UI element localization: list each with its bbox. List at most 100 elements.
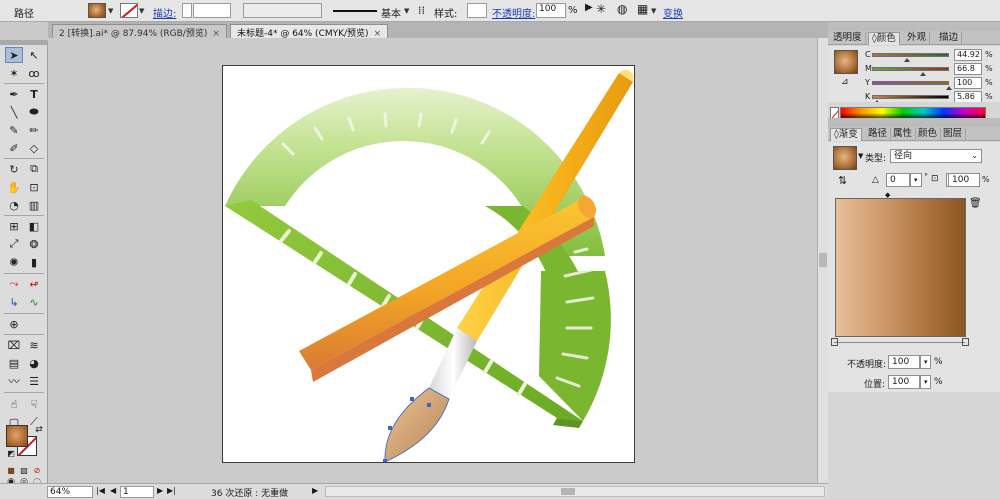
puppet-pin-tool-icon[interactable]: ☟ <box>25 396 43 412</box>
globe-icon[interactable]: ◍ <box>617 2 627 16</box>
envelope-wave-tool-icon[interactable]: ≋ <box>25 337 43 353</box>
align-icon[interactable]: ▦ <box>637 2 648 16</box>
eraser-tool-icon[interactable]: ◇ <box>25 140 43 156</box>
gradient-type-select[interactable]: 径向 ⌄ <box>890 149 982 163</box>
stroke-link[interactable]: 描边: <box>153 5 176 20</box>
recolor-icon[interactable]: ✳ <box>596 2 606 16</box>
popup-arrow-icon[interactable]: ▶ <box>585 2 593 13</box>
delete-stop-icon[interactable]: 🗑 <box>969 198 982 209</box>
column-graph-tool-icon[interactable]: ▮ <box>25 254 43 270</box>
stop-opacity-input[interactable]: 100 <box>888 355 920 369</box>
status-menu-icon[interactable]: ▶ <box>312 486 318 495</box>
tab-attributes[interactable]: 属性 <box>890 128 917 141</box>
channel-slider[interactable] <box>872 81 949 85</box>
tab-gradient[interactable]: ◊渐变 <box>830 128 862 141</box>
blob-brush-tool-icon[interactable]: ✐ <box>5 140 23 156</box>
panel-grip[interactable] <box>828 22 1000 31</box>
stop-position-input[interactable]: 100 <box>888 375 920 389</box>
puppet-tool-icon[interactable]: ☝ <box>5 396 23 412</box>
blend-tool-icon[interactable]: ❂ <box>25 236 43 252</box>
chevron-down-icon[interactable]: ▼ <box>108 7 113 15</box>
previous-page-icon[interactable]: ◀ <box>110 486 116 495</box>
chevron-down-icon[interactable]: ▼ <box>651 7 656 15</box>
chevron-down-icon[interactable]: ▼ <box>404 7 409 15</box>
slider-knob[interactable] <box>920 72 927 76</box>
slider-knob[interactable] <box>903 58 910 62</box>
opacity-link[interactable]: 不透明度: <box>492 5 535 20</box>
pencil-tool-icon[interactable]: ✏ <box>25 122 43 138</box>
chevron-down-icon[interactable]: ▼ <box>858 152 863 160</box>
globe-tool-icon[interactable]: ⊕ <box>5 316 23 332</box>
canvas-area[interactable] <box>49 38 817 483</box>
channel-value[interactable]: 66.8 <box>954 63 982 75</box>
channel-value[interactable]: 100 <box>954 77 982 89</box>
gradient-stop-end[interactable] <box>962 338 969 346</box>
angle-input[interactable]: 0 <box>886 173 910 187</box>
next-page-icon[interactable]: ▶ <box>157 486 163 495</box>
anchor-convert-tool-icon[interactable]: ↳ <box>5 294 23 310</box>
stroke-weight-field[interactable] <box>193 3 231 18</box>
direct-selection-tool-icon[interactable]: ↖ <box>25 47 43 63</box>
variable-width-dropdown[interactable] <box>243 3 322 18</box>
lasso-tool-icon[interactable]: ꝏ <box>25 65 43 81</box>
line-tool-icon[interactable]: ╲ <box>5 104 23 120</box>
page-field[interactable]: 1 <box>120 486 154 498</box>
anchor-add-tool-icon[interactable]: ⤳ <box>5 276 23 292</box>
horizontal-scrollbar[interactable] <box>325 486 825 497</box>
tab-color[interactable]: ◊颜色 <box>868 32 900 45</box>
style-swatch[interactable] <box>467 3 487 18</box>
scroll-thumb[interactable] <box>561 488 575 495</box>
gradient-swatch[interactable] <box>833 146 857 170</box>
opacity-input[interactable]: 100 <box>536 3 566 18</box>
position-dropdown[interactable]: ▾ <box>920 375 931 389</box>
stroke-weight-stepper[interactable] <box>182 3 192 18</box>
type-tool-icon[interactable]: T <box>25 86 43 102</box>
gradient-tool-icon[interactable]: ◧ <box>25 218 43 234</box>
slider-knob[interactable] <box>946 86 952 90</box>
scale-tool-icon[interactable]: ⧉ <box>25 161 43 177</box>
tab-document-2[interactable]: 未标题-4* @ 64% (CMYK/预览) × <box>230 24 389 39</box>
transform-link[interactable]: 变换 <box>663 5 683 20</box>
channel-value[interactable]: 44.92 <box>954 49 982 61</box>
chevron-down-icon[interactable]: ▼ <box>139 7 144 15</box>
perspective-grid-tool-icon[interactable]: ▥ <box>25 197 43 213</box>
tab-stroke[interactable]: 描边 <box>936 32 963 45</box>
reverse-gradient-icon[interactable]: ⇅ <box>838 174 847 187</box>
free-transform-tool-icon[interactable]: ⊡ <box>25 179 43 195</box>
tab-document-1[interactable]: 2 [转换].ai* @ 87.94% (RGB/预览) × <box>52 24 227 39</box>
opacity-dropdown[interactable]: ▾ <box>920 355 931 369</box>
tab-appearance[interactable]: 外观 <box>904 32 931 45</box>
artboard[interactable] <box>222 65 635 463</box>
shape-builder-tool-icon[interactable]: ◔ <box>5 197 23 213</box>
fill-swatch[interactable] <box>88 3 106 18</box>
eyedropper-tool-icon[interactable]: ⤢ <box>5 236 23 252</box>
rotate-tool-icon[interactable]: ↻ <box>5 161 23 177</box>
ellipse-tool-icon[interactable]: ⬬ <box>25 104 43 120</box>
paintbrush-tool-icon[interactable]: ✎ <box>5 122 23 138</box>
stroke-swatch[interactable] <box>120 3 138 18</box>
anchor-smooth-tool-icon[interactable]: ∿ <box>25 294 43 310</box>
envelope-rect-tool-icon[interactable]: ⌧ <box>5 337 23 353</box>
gradient-slider-bar[interactable] <box>834 342 965 343</box>
scroll-thumb[interactable] <box>819 253 827 267</box>
gradient-preview[interactable] <box>835 198 966 337</box>
list-tool-icon[interactable]: ☰ <box>25 373 43 389</box>
pen-tool-icon[interactable]: ✒ <box>5 86 23 102</box>
zoom-field[interactable]: 64% <box>47 486 93 498</box>
aspect-input[interactable]: 100 <box>948 173 980 187</box>
channel-slider[interactable] <box>872 67 949 71</box>
tab-layers[interactable]: 图层 <box>940 128 967 141</box>
toolbox-grip[interactable] <box>0 40 48 45</box>
vertical-scrollbar[interactable] <box>817 38 828 483</box>
panel-grip[interactable] <box>828 118 1000 127</box>
tab-pathfinder[interactable]: 路径 <box>865 128 892 141</box>
fill-color-box[interactable] <box>6 425 28 447</box>
channel-slider[interactable] <box>872 53 949 57</box>
selection-tool-icon[interactable]: ➤ <box>5 47 23 63</box>
options-icon[interactable]: ⁞⁞ <box>418 4 425 17</box>
anchor-curve-tool-icon[interactable]: ↫ <box>25 276 43 292</box>
magic-wand-tool-icon[interactable]: ✶ <box>5 65 23 81</box>
symbol-sprayer-tool-icon[interactable]: ✺ <box>5 254 23 270</box>
warp-tool-icon[interactable]: ✋ <box>5 179 23 195</box>
first-page-icon[interactable]: |◀ <box>96 486 105 495</box>
